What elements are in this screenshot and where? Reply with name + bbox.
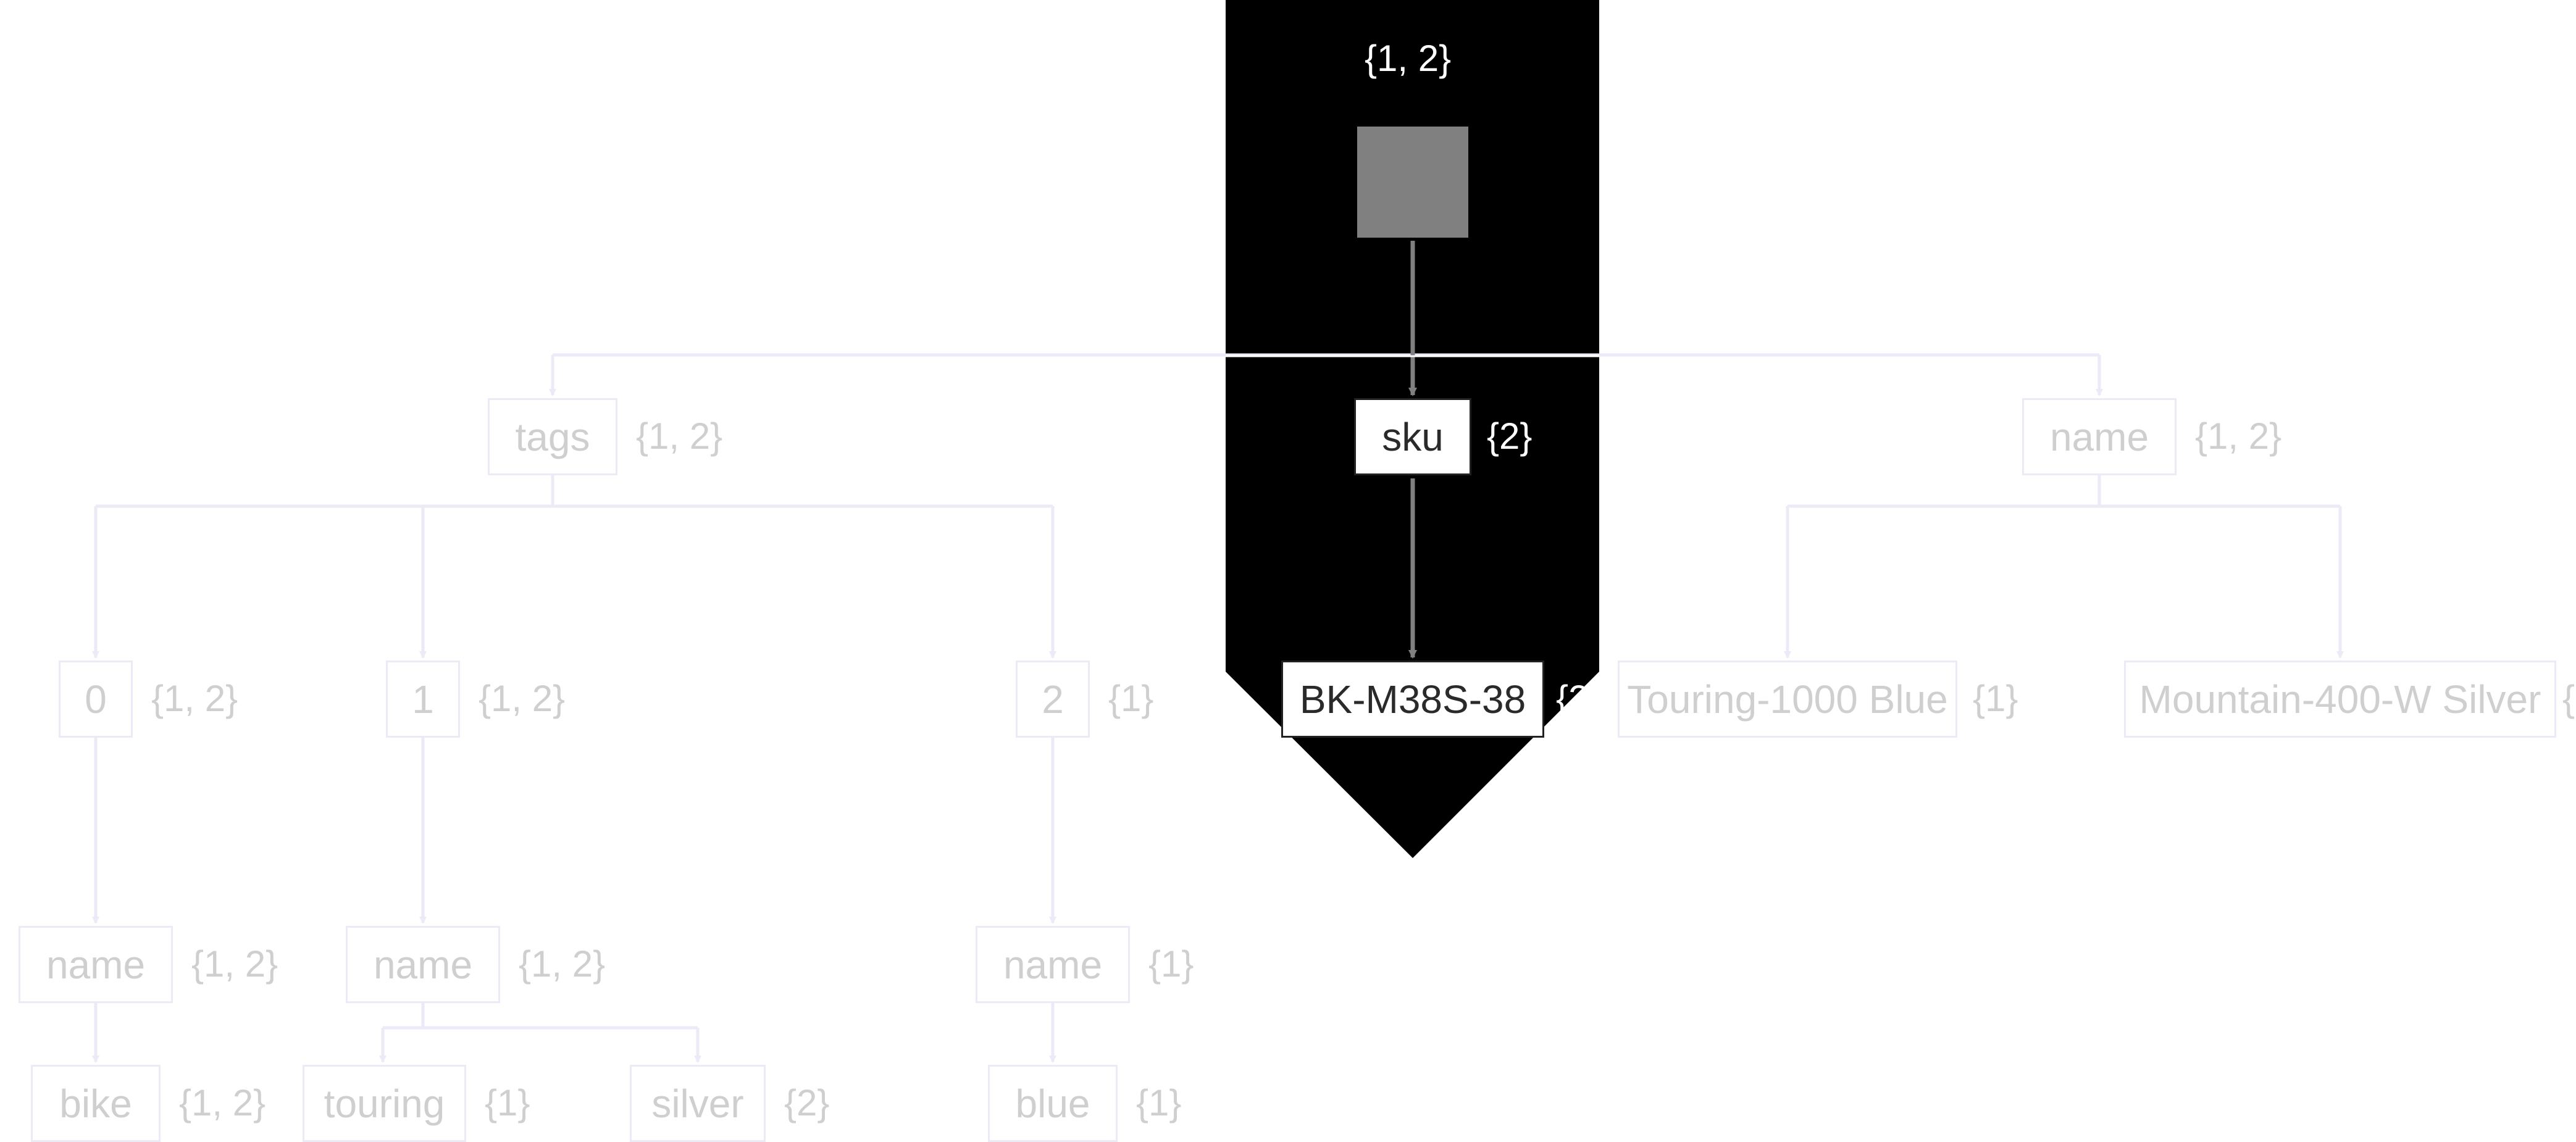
node-blue: blue <box>988 1065 1118 1142</box>
root-annotation: {1, 2} <box>1365 37 1451 80</box>
annot-tag0-name: {1, 2} <box>191 943 278 985</box>
annot-blue: {1} <box>1136 1082 1181 1124</box>
annot-name: {1, 2} <box>2195 415 2281 457</box>
index-tree-diagram: {1, 2} tags {1, 2} sku {2} name {1, 2} 0… <box>0 0 2576 1142</box>
node-name: name <box>2022 398 2177 475</box>
annot-touring: {1} <box>485 1082 530 1124</box>
annot-sku-value: {2} <box>1556 677 1601 720</box>
node-bike: bike <box>31 1065 161 1142</box>
annot-tag-0: {1, 2} <box>151 677 238 720</box>
node-tag-0: 0 <box>59 661 133 738</box>
annot-tag-2: {1} <box>1108 677 1153 720</box>
annot-sku: {2} <box>1487 415 1532 457</box>
annot-name-value-1: {1} <box>1973 677 2018 720</box>
node-tag-2: 2 <box>1016 661 1090 738</box>
node-tags: tags <box>488 398 617 475</box>
annot-tags: {1, 2} <box>636 415 722 457</box>
root-node <box>1357 127 1468 238</box>
node-tag-1: 1 <box>386 661 460 738</box>
node-name-value-1: Touring-1000 Blue <box>1618 661 1957 738</box>
annot-silver: {2} <box>784 1082 829 1124</box>
annot-name-value-2: {2} <box>2562 677 2576 720</box>
annot-tag1-name: {1, 2} <box>519 943 605 985</box>
node-tag0-name: name <box>19 926 173 1003</box>
annot-tag-1: {1, 2} <box>479 677 565 720</box>
node-touring: touring <box>303 1065 466 1142</box>
annot-bike: {1, 2} <box>179 1082 266 1124</box>
node-sku-value: BK-M38S-38 <box>1281 661 1544 738</box>
node-silver: silver <box>630 1065 766 1142</box>
annot-tag2-name: {1} <box>1148 943 1194 985</box>
node-tag2-name: name <box>976 926 1130 1003</box>
node-name-value-2: Mountain-400-W Silver <box>2124 661 2556 738</box>
node-tag1-name: name <box>346 926 500 1003</box>
node-sku: sku <box>1354 398 1471 475</box>
